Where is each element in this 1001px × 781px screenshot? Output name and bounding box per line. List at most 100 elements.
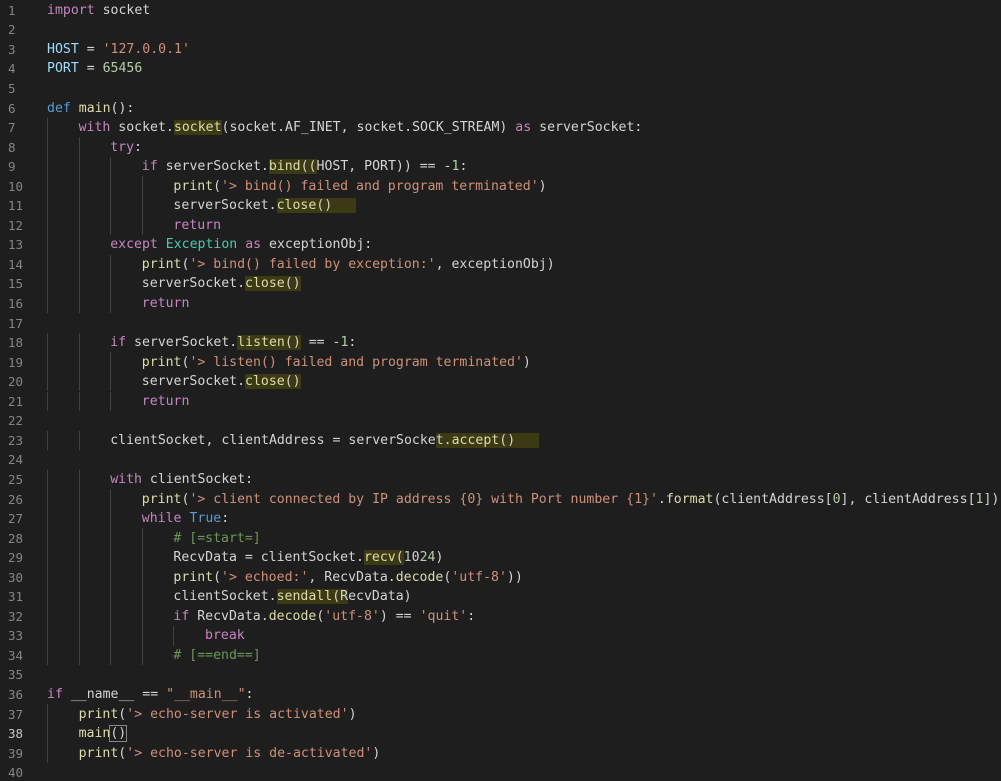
code-line[interactable]: 30 print('> echoed:', RecvData.decode('ut… <box>0 567 1001 587</box>
indent-guide <box>78 547 80 568</box>
code-token: if <box>47 687 63 702</box>
code-text: print('> echo-server is activated') <box>47 707 357 722</box>
line-number: 3 <box>8 41 16 57</box>
code-line[interactable]: 15 serverSocket.close() <box>0 274 1001 294</box>
indent-guide <box>110 508 112 529</box>
code-token: socket <box>94 2 151 18</box>
indent-guide <box>47 489 48 509</box>
line-number: 22 <box>8 413 24 429</box>
code-token: 0 <box>411 550 420 566</box>
indent-guide <box>78 508 80 529</box>
indent-guide <box>110 196 112 216</box>
code-line[interactable]: 5 <box>0 79 1001 99</box>
code-line[interactable]: 29 RecvData = clientSocket.recv(1024) <box>0 548 1001 568</box>
indent-guide <box>141 626 143 646</box>
code-line[interactable]: 26 print('> client connected by IP addres… <box>0 489 1001 509</box>
code-line[interactable]: 10 print('> bind() failed and program ter… <box>0 176 1001 196</box>
code-token: () <box>316 198 357 214</box>
code-line[interactable]: 33 break <box>0 626 1001 646</box>
code-token: ) <box>372 745 381 761</box>
line-number: 33 <box>8 628 24 644</box>
code-token: Exception <box>165 237 238 253</box>
indent-guide <box>47 176 48 196</box>
indent-guide <box>78 254 80 275</box>
indent-guide <box>141 215 143 236</box>
code-line[interactable]: 23 clientSocket, clientAddress = serverSo… <box>0 431 1001 451</box>
code-line[interactable]: 7 with socket.socket(socket.AF_INET, sock… <box>0 118 1001 138</box>
code-line[interactable]: 14 print('> bind() failed by exception:',… <box>0 255 1001 275</box>
code-line[interactable]: 37 print('> echo-server is activated') <box>0 704 1001 724</box>
code-line[interactable]: 9 if serverSocket.bind((HOST, PORT)) == -… <box>0 157 1001 177</box>
code-line[interactable]: 13 except Exception as exceptionObj: <box>0 235 1001 255</box>
code-line[interactable]: 24 <box>0 450 1001 470</box>
line-number: 27 <box>8 511 24 527</box>
code-token: '127.0.0.1' <box>102 41 190 57</box>
code-token: '> listen() failed and program terminate… <box>189 354 523 370</box>
code-line[interactable]: 11 serverSocket.close() <box>0 196 1001 216</box>
code-line[interactable]: 16 return <box>0 294 1001 314</box>
code-editor[interactable]: 1 import socket 2 3 HOST = '127.0.0.1' 4 PORT … <box>0 0 1001 781</box>
line-number: 35 <box>8 667 24 683</box>
code-line[interactable]: 31 clientSocket.sendall(RecvData) <box>0 587 1001 607</box>
code-line[interactable]: 4 PORT = 65456 <box>0 59 1001 79</box>
code-line[interactable]: 38 main() <box>0 724 1001 744</box>
indent-guide <box>78 626 80 646</box>
line-number: 34 <box>8 647 24 663</box>
code-token: clientSocket, clientAddress = serverSock… <box>110 432 436 448</box>
code-token: socket. <box>110 120 174 136</box>
code-line[interactable]: 34 # [==end==] <box>0 646 1001 666</box>
code-line[interactable]: 3 HOST = '127.0.0.1' <box>0 40 1001 60</box>
indent-guide <box>110 489 112 509</box>
code-token: socket <box>173 120 222 136</box>
code-line[interactable]: 18 if serverSocket.listen() == -1: <box>0 333 1001 353</box>
code-line[interactable]: 39 print('> echo-server is de-activated') <box>0 743 1001 763</box>
indent-guide <box>78 332 80 353</box>
code-text: while True: <box>47 511 229 526</box>
code-line[interactable]: 8 try: <box>0 137 1001 157</box>
code-token: '> echo-server is de-activated' <box>126 745 373 761</box>
code-line[interactable]: 28 # [=start=] <box>0 528 1001 548</box>
code-token: ( <box>395 550 404 566</box>
code-line[interactable]: 40 <box>0 763 1001 781</box>
code-line[interactable]: 35 <box>0 665 1001 685</box>
code-token: ) == <box>379 608 420 624</box>
code-line[interactable]: 36 if __name__ == "__main__": <box>0 685 1001 705</box>
code-token: clientSocket. <box>173 589 277 605</box>
code-token: if <box>173 608 190 624</box>
indent-guide <box>47 704 48 724</box>
code-text: import socket <box>47 3 150 18</box>
indent-guide <box>47 274 48 294</box>
code-line[interactable]: 2 <box>0 20 1001 40</box>
indent-guide <box>110 645 112 666</box>
code-token: break <box>205 628 245 644</box>
code-token: close <box>245 276 285 292</box>
code-line[interactable]: 20 serverSocket.close() <box>0 372 1001 392</box>
code-token: : <box>348 335 357 351</box>
code-line[interactable]: 12 return <box>0 216 1001 236</box>
indent-guide <box>47 293 48 314</box>
code-token: print <box>78 745 119 761</box>
code-line[interactable]: 27 while True: <box>0 509 1001 529</box>
code-token: ) <box>348 706 357 722</box>
code-line[interactable]: 25 with clientSocket: <box>0 470 1001 490</box>
code-line[interactable]: 17 <box>0 313 1001 333</box>
indent-guide <box>173 626 175 646</box>
code-line[interactable]: 22 <box>0 411 1001 431</box>
indent-guide <box>141 176 143 196</box>
indent-guide <box>78 196 80 216</box>
code-text: print('> bind() failed by exception:', e… <box>47 257 555 272</box>
indent-guide <box>110 274 112 294</box>
line-number: 29 <box>8 550 24 566</box>
indent-guide <box>78 391 80 412</box>
code-token: () <box>109 725 128 743</box>
code-line[interactable]: 32 if RecvData.decode('utf-8') == 'quit': <box>0 607 1001 627</box>
code-token: ( <box>213 569 222 585</box>
code-text: except Exception as exceptionObj: <box>47 237 372 252</box>
code-line[interactable]: 19 print('> listen() failed and program t… <box>0 352 1001 372</box>
code-line[interactable]: 21 return <box>0 392 1001 412</box>
code-line[interactable]: 6 def main(): <box>0 98 1001 118</box>
indent-guide <box>78 645 80 666</box>
code-token: try <box>110 139 135 155</box>
code-line[interactable]: 1 import socket <box>0 1 1001 21</box>
